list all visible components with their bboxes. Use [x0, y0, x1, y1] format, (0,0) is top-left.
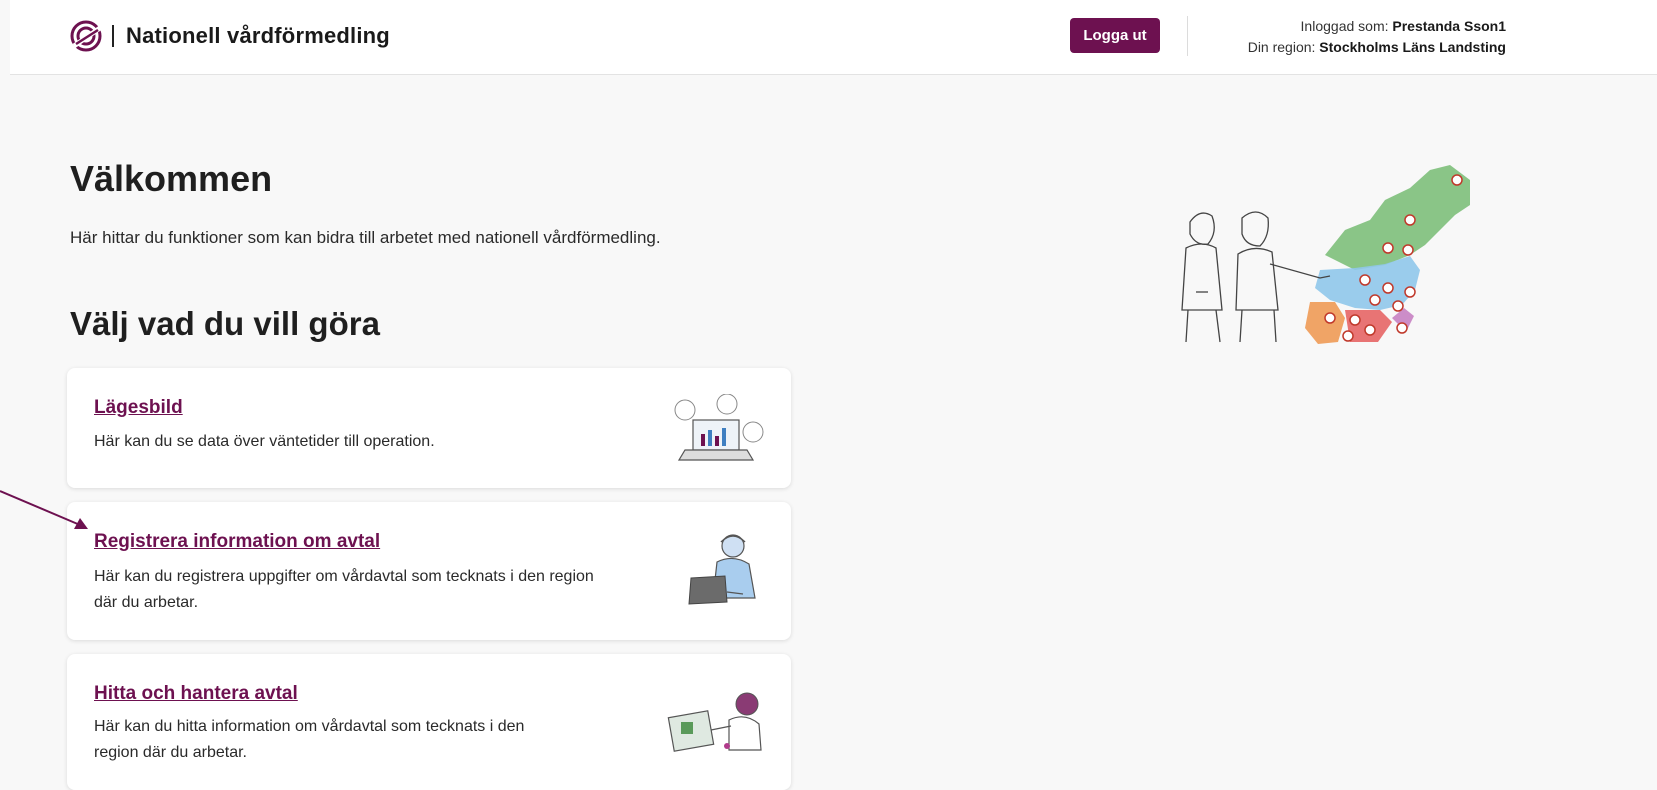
brand-name: Nationell vårdförmedling [126, 23, 390, 48]
brand[interactable]: Nationell vårdförmedling [70, 20, 390, 52]
card-description: Här kan du se data över väntetider till … [94, 433, 435, 450]
logout-button[interactable]: Logga ut [1070, 18, 1160, 53]
header-divider [1187, 16, 1188, 56]
region-line: Din region: Stockholms Läns Landsting [1190, 37, 1506, 58]
brand-separator [112, 25, 114, 47]
person-document-icon [667, 692, 762, 752]
logged-in-user: Prestanda Sson1 [1392, 18, 1506, 34]
welcome-text: Här hittar du funktioner som kan bidra t… [70, 228, 661, 247]
logged-in-prefix: Inloggad som: [1300, 18, 1389, 34]
pointer-arrow-icon [0, 490, 88, 529]
card-hitta-avtal[interactable]: Hitta och hantera avtal Här kan du hitta… [67, 654, 791, 790]
card-link-hitta-avtal[interactable]: Hitta och hantera avtal [94, 683, 298, 705]
card-link-registrera-avtal[interactable]: Registrera information om avtal [94, 531, 380, 553]
region-name: Stockholms Läns Landsting [1319, 39, 1506, 55]
card-description: Här kan du registrera uppgifter om vårda… [94, 568, 594, 611]
page-title: Välkommen [70, 158, 273, 199]
logged-in-line: Inloggad som: Prestanda Sson1 [1190, 16, 1506, 37]
brand-logo-icon [70, 20, 102, 52]
region-prefix: Din region: [1247, 39, 1316, 55]
card-lagesbild[interactable]: Lägesbild Här kan du se data över väntet… [67, 368, 791, 488]
card-link-lagesbild[interactable]: Lägesbild [94, 397, 183, 419]
person-laptop-icon [688, 534, 756, 605]
top-header: Nationell vårdförmedling Logga ut Inlogg… [10, 0, 1657, 75]
laptop-chart-icon [674, 394, 764, 461]
card-registrera-avtal[interactable]: Registrera information om avtal Här kan … [67, 502, 791, 640]
section-title: Välj vad du vill göra [70, 305, 380, 342]
user-info: Inloggad som: Prestanda Sson1 Din region… [1190, 16, 1506, 58]
card-description: Här kan du hitta information om vårdavta… [94, 718, 525, 761]
hero-illustration-map-icon [1181, 165, 1470, 344]
